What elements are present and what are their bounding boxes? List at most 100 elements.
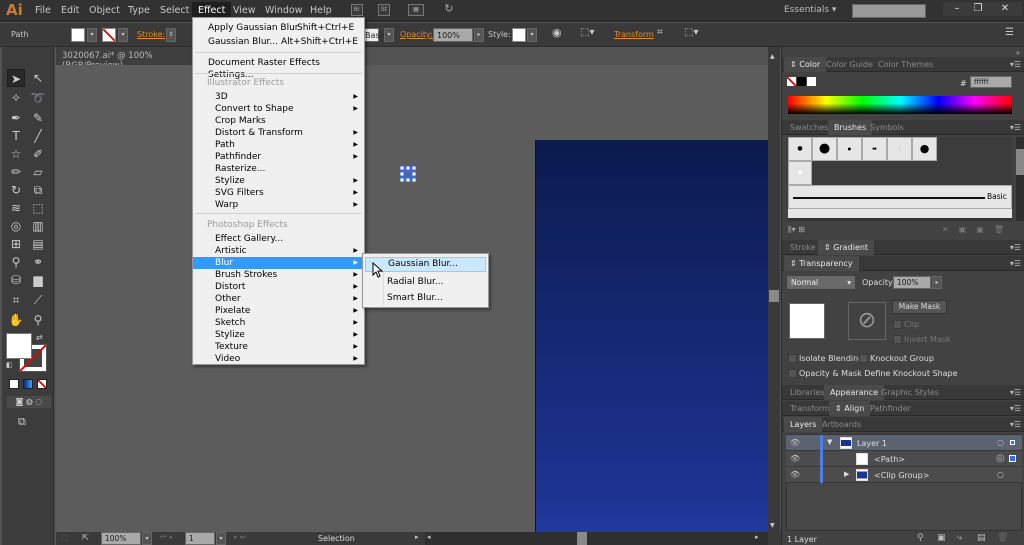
style-swatch[interactable] [512, 28, 526, 42]
brush-actions-icons[interactable]: ✕▣▣🗑 [942, 225, 1014, 234]
invert-mask-checkbox[interactable] [893, 335, 902, 344]
color-mode-icon[interactable] [9, 379, 19, 389]
charcoal-brush[interactable] [788, 209, 1012, 221]
gradient-panel-menu-icon[interactable]: ▾☰ [1010, 243, 1021, 252]
menu-apply-gaussian-blur[interactable]: Apply Gaussian Blur Shift+Ctrl+E [193, 22, 364, 34]
bridge-icon[interactable]: Br [351, 4, 363, 16]
scroll-down-arrow[interactable]: ▼ [770, 522, 775, 529]
none-color-icon[interactable] [787, 77, 796, 86]
isolate-icon[interactable]: ⌗ [657, 27, 663, 38]
target-icon[interactable]: ○ [997, 438, 1004, 447]
menu-file[interactable]: File [35, 5, 51, 16]
stroke-swatch[interactable] [102, 28, 116, 42]
menu-item-warp[interactable]: Warp ▶ [193, 199, 364, 211]
free-transform-tool-icon[interactable]: ⬚ [29, 199, 47, 217]
brush-swatch[interactable]: ● [912, 137, 937, 161]
hand-tool-icon[interactable]: ✋ [7, 311, 25, 329]
menu-item-artistic[interactable]: Artistic ▶ [193, 245, 364, 257]
close-button[interactable]: ✕ [988, 2, 1022, 16]
brush-swatch[interactable]: ● [788, 137, 812, 161]
target-icon[interactable]: ○ [997, 470, 1004, 479]
white-color-icon[interactable] [807, 77, 816, 86]
menu-item-crop-marks[interactable]: Crop Marks [193, 115, 364, 127]
style-dropdown[interactable]: ▾ [527, 28, 537, 42]
menu-item-other[interactable]: Other ▶ [193, 293, 364, 305]
selection-indicator[interactable] [1009, 455, 1016, 462]
opacity-mask-knockout-checkbox[interactable] [788, 369, 797, 378]
path-name[interactable]: <Path> [874, 455, 905, 464]
lasso-tool-icon[interactable]: ➰ [29, 89, 47, 107]
search-input[interactable] [852, 4, 926, 18]
menu-select[interactable]: Select [160, 5, 189, 16]
menu-item-rasterize[interactable]: Rasterize... [193, 163, 364, 175]
symbol-sprayer-tool-icon[interactable]: ⛁ [7, 271, 25, 289]
scale-tool-icon[interactable]: ⧉ [29, 181, 47, 199]
layer-name[interactable]: Layer 1 [857, 439, 887, 448]
tab-symbols[interactable]: Symbols [864, 120, 910, 135]
make-mask-button[interactable]: Make Mask [892, 300, 947, 314]
sync-icon[interactable]: ↻ [443, 3, 455, 16]
gradient-tool-icon[interactable]: ▤ [29, 235, 47, 253]
eyedropper-tool-icon[interactable]: ⚲ [7, 253, 25, 271]
none-mode-icon[interactable] [37, 379, 47, 389]
menu-item-convert-to-shape[interactable]: Convert to Shape ▶ [193, 103, 364, 115]
workspace-switcher[interactable]: Essentials ▾ [784, 5, 836, 15]
clip-checkbox[interactable] [893, 320, 902, 329]
default-colors-icon[interactable]: ◧ [6, 361, 13, 369]
shape-builder-tool-icon[interactable]: ◎ [7, 217, 25, 235]
brushes-scroll-thumb[interactable] [1016, 149, 1024, 175]
fill-color-box[interactable] [6, 333, 32, 359]
layer-row[interactable]: 👁 ▶ <Clip Group> ○ [786, 467, 1022, 483]
menu-item-path[interactable]: Path ▶ [193, 139, 364, 151]
fill-swatch[interactable] [71, 28, 85, 42]
zoom-field[interactable]: 100% [101, 532, 141, 545]
brush-swatch[interactable]: ● [788, 161, 812, 185]
brush-swatch[interactable]: ● [837, 137, 862, 161]
column-graph-tool-icon[interactable]: ▆ [29, 271, 47, 289]
artboard-blue-gradient-object[interactable] [535, 140, 768, 532]
opacity-field[interactable]: 100% [433, 28, 473, 42]
status-menu-arrow[interactable]: ▸ [415, 533, 419, 541]
brushes-panel-menu-icon[interactable]: ▾☰ [1010, 123, 1021, 132]
align-selection-icon[interactable]: ⬚▾ [580, 27, 594, 38]
color-spectrum[interactable] [788, 96, 1012, 114]
menu-item-pathfinder[interactable]: Pathfinder ▶ [193, 151, 364, 163]
tab-artboards[interactable]: Artboards [816, 417, 867, 432]
screen-mode-icon[interactable]: ⧉ [18, 415, 26, 429]
menu-window[interactable]: Window [265, 5, 302, 16]
new-layer-icon[interactable]: ▤ [977, 533, 986, 543]
opacity-label[interactable]: Opacity: [400, 30, 433, 39]
menu-help[interactable]: Help [310, 5, 332, 16]
stroke-label[interactable]: Stroke: [137, 30, 165, 39]
menu-item-3d[interactable]: 3D ▶ [193, 91, 364, 103]
layer-row[interactable]: 👁 <Path> ◎ [786, 451, 1022, 467]
collapse-arrow-icon[interactable]: ▼ [827, 438, 832, 446]
artboard-dropdown[interactable]: ▾ [216, 532, 226, 545]
isolate-blending-checkbox[interactable] [788, 354, 797, 363]
tab-graphic-styles[interactable]: Graphic Styles [875, 385, 945, 400]
tab-transparency[interactable]: ⇕ Transparency [784, 256, 859, 271]
basic-stroke-brush[interactable]: Basic [788, 185, 1012, 209]
direct-selection-tool-icon[interactable]: ↖ [29, 69, 47, 87]
visibility-eye-icon[interactable]: 👁 [790, 470, 800, 479]
arrange-documents-icon[interactable]: ▦ [408, 4, 424, 16]
rotate-tool-icon[interactable]: ↻ [7, 181, 25, 199]
delete-layer-icon[interactable]: 🗑 [997, 533, 1008, 543]
stroke-dropdown[interactable]: ▾ [118, 28, 128, 42]
menu-object[interactable]: Object [89, 5, 120, 16]
line-tool-icon[interactable]: ╱ [29, 127, 47, 145]
new-sublayer-icon[interactable]: ⤷ [957, 533, 962, 543]
transparency-opacity-arrow[interactable]: ▸ [932, 276, 942, 289]
visibility-eye-icon[interactable]: 👁 [790, 438, 800, 447]
slice-tool-icon[interactable]: ⟋ [29, 291, 47, 309]
menu-type[interactable]: Type [128, 5, 150, 16]
menu-view[interactable]: View [233, 5, 256, 16]
tab-color-themes[interactable]: Color Themes [872, 57, 939, 72]
curvature-tool-icon[interactable]: ✎ [29, 109, 47, 127]
scroll-left-arrow[interactable]: ◂ [427, 533, 431, 541]
pen-tool-icon[interactable]: ✒ [7, 109, 25, 127]
transparency-opacity-field[interactable]: 100% [893, 276, 931, 289]
tab-color-guide[interactable]: Color Guide [820, 57, 879, 72]
layers-panel-menu-icon[interactable]: ▾☰ [1010, 420, 1021, 429]
brush-libraries-icon[interactable]: ⫼▾ ⊞ [788, 225, 805, 235]
